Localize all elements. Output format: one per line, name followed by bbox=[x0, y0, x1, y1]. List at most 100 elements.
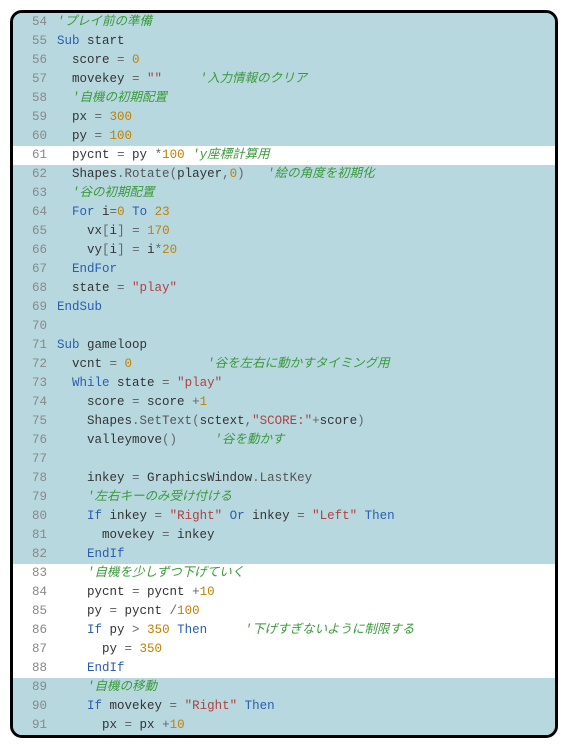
line-number: 68 bbox=[13, 279, 55, 298]
code-line[interactable]: 82 EndIf bbox=[13, 545, 555, 564]
code-content[interactable]: '自機を少しずつ下げていく bbox=[55, 564, 555, 583]
code-editor[interactable]: 54'プレイ前の準備55Sub start56 score = 057 move… bbox=[10, 10, 558, 738]
line-number: 70 bbox=[13, 317, 55, 336]
code-content[interactable]: py = pycnt /100 bbox=[55, 602, 555, 621]
code-content[interactable]: '自機の初期配置 bbox=[55, 89, 555, 108]
code-content[interactable]: score = 0 bbox=[55, 51, 555, 70]
code-content[interactable]: Sub gameloop bbox=[55, 336, 555, 355]
code-line[interactable]: 70 bbox=[13, 317, 555, 336]
line-number: 82 bbox=[13, 545, 55, 564]
code-line[interactable]: 64 For i=0 To 23 bbox=[13, 203, 555, 222]
code-content[interactable]: pycnt = py *100 'y座標計算用 bbox=[55, 146, 555, 165]
line-number: 77 bbox=[13, 450, 55, 469]
code-line[interactable]: 75 Shapes.SetText(sctext,"SCORE:"+score) bbox=[13, 412, 555, 431]
code-content[interactable]: EndFor bbox=[55, 260, 555, 279]
code-content[interactable]: valleymove() '谷を動かす bbox=[55, 431, 555, 450]
line-number: 74 bbox=[13, 393, 55, 412]
line-number: 65 bbox=[13, 222, 55, 241]
code-line[interactable]: 63 '谷の初期配置 bbox=[13, 184, 555, 203]
code-content[interactable]: vx[i] = 170 bbox=[55, 222, 555, 241]
code-line[interactable]: 68 state = "play" bbox=[13, 279, 555, 298]
code-line[interactable]: 86 If py > 350 Then '下げすぎないように制限する bbox=[13, 621, 555, 640]
code-line[interactable]: 72 vcnt = 0 '谷を左右に動かすタイミング用 bbox=[13, 355, 555, 374]
line-number: 66 bbox=[13, 241, 55, 260]
line-number: 72 bbox=[13, 355, 55, 374]
code-line[interactable]: 55Sub start bbox=[13, 32, 555, 51]
line-number: 62 bbox=[13, 165, 55, 184]
code-line[interactable]: 62 Shapes.Rotate(player,0) '絵の角度を初期化 bbox=[13, 165, 555, 184]
code-line[interactable]: 83 '自機を少しずつ下げていく bbox=[13, 564, 555, 583]
code-line[interactable]: 59 px = 300 bbox=[13, 108, 555, 127]
line-number: 61 bbox=[13, 146, 55, 165]
code-content[interactable]: '自機の移動 bbox=[55, 678, 555, 697]
code-content[interactable] bbox=[55, 450, 555, 469]
line-number: 69 bbox=[13, 298, 55, 317]
line-number: 57 bbox=[13, 70, 55, 89]
code-content[interactable]: EndIf bbox=[55, 545, 555, 564]
code-content[interactable]: If movekey = "Right" Then bbox=[55, 697, 555, 716]
code-content[interactable]: If py > 350 Then '下げすぎないように制限する bbox=[55, 621, 555, 640]
code-content[interactable]: state = "play" bbox=[55, 279, 555, 298]
line-number: 90 bbox=[13, 697, 55, 716]
code-content[interactable]: '左右キーのみ受け付ける bbox=[55, 488, 555, 507]
code-content[interactable]: py = 100 bbox=[55, 127, 555, 146]
code-content[interactable]: 'プレイ前の準備 bbox=[55, 13, 555, 32]
code-line[interactable]: 67 EndFor bbox=[13, 260, 555, 279]
code-line[interactable]: 80 If inkey = "Right" Or inkey = "Left" … bbox=[13, 507, 555, 526]
code-line[interactable]: 89 '自機の移動 bbox=[13, 678, 555, 697]
code-content[interactable]: Sub start bbox=[55, 32, 555, 51]
code-line[interactable]: 69EndSub bbox=[13, 298, 555, 317]
code-content[interactable]: pycnt = pycnt +10 bbox=[55, 583, 555, 602]
code-content[interactable]: movekey = "" '入力情報のクリア bbox=[55, 70, 555, 89]
code-line[interactable]: 84 pycnt = pycnt +10 bbox=[13, 583, 555, 602]
code-content[interactable]: px = 300 bbox=[55, 108, 555, 127]
code-content[interactable]: Shapes.SetText(sctext,"SCORE:"+score) bbox=[55, 412, 555, 431]
code-content[interactable]: px = px +10 bbox=[55, 716, 555, 735]
line-number: 58 bbox=[13, 89, 55, 108]
code-content[interactable]: inkey = GraphicsWindow.LastKey bbox=[55, 469, 555, 488]
code-line[interactable]: 58 '自機の初期配置 bbox=[13, 89, 555, 108]
code-content[interactable]: score = score +1 bbox=[55, 393, 555, 412]
line-number: 80 bbox=[13, 507, 55, 526]
code-line[interactable]: 66 vy[i] = i*20 bbox=[13, 241, 555, 260]
code-line[interactable]: 87 py = 350 bbox=[13, 640, 555, 659]
code-line[interactable]: 61 pycnt = py *100 'y座標計算用 bbox=[13, 146, 555, 165]
code-line[interactable]: 54'プレイ前の準備 bbox=[13, 13, 555, 32]
code-line[interactable]: 79 '左右キーのみ受け付ける bbox=[13, 488, 555, 507]
code-line[interactable]: 76 valleymove() '谷を動かす bbox=[13, 431, 555, 450]
line-number: 91 bbox=[13, 716, 55, 735]
line-number: 87 bbox=[13, 640, 55, 659]
code-content[interactable]: '谷の初期配置 bbox=[55, 184, 555, 203]
code-content[interactable]: EndIf bbox=[55, 659, 555, 678]
code-line[interactable]: 91 px = px +10 bbox=[13, 716, 555, 735]
code-line[interactable]: 57 movekey = "" '入力情報のクリア bbox=[13, 70, 555, 89]
code-line[interactable]: 88 EndIf bbox=[13, 659, 555, 678]
code-content[interactable]: For i=0 To 23 bbox=[55, 203, 555, 222]
code-content[interactable]: While state = "play" bbox=[55, 374, 555, 393]
line-number: 88 bbox=[13, 659, 55, 678]
code-line[interactable]: 65 vx[i] = 170 bbox=[13, 222, 555, 241]
code-line[interactable]: 85 py = pycnt /100 bbox=[13, 602, 555, 621]
code-content[interactable]: movekey = inkey bbox=[55, 526, 555, 545]
line-number: 59 bbox=[13, 108, 55, 127]
line-number: 54 bbox=[13, 13, 55, 32]
code-line[interactable]: 90 If movekey = "Right" Then bbox=[13, 697, 555, 716]
code-content[interactable] bbox=[55, 317, 555, 336]
code-content[interactable]: vcnt = 0 '谷を左右に動かすタイミング用 bbox=[55, 355, 555, 374]
code-content[interactable]: vy[i] = i*20 bbox=[55, 241, 555, 260]
code-content[interactable]: py = 350 bbox=[55, 640, 555, 659]
code-line[interactable]: 71Sub gameloop bbox=[13, 336, 555, 355]
code-line[interactable]: 78 inkey = GraphicsWindow.LastKey bbox=[13, 469, 555, 488]
code-line[interactable]: 60 py = 100 bbox=[13, 127, 555, 146]
code-content[interactable]: Shapes.Rotate(player,0) '絵の角度を初期化 bbox=[55, 165, 555, 184]
line-number: 75 bbox=[13, 412, 55, 431]
line-number: 83 bbox=[13, 564, 55, 583]
code-line[interactable]: 73 While state = "play" bbox=[13, 374, 555, 393]
code-line[interactable]: 74 score = score +1 bbox=[13, 393, 555, 412]
code-content[interactable]: EndSub bbox=[55, 298, 555, 317]
code-content[interactable]: If inkey = "Right" Or inkey = "Left" The… bbox=[55, 507, 555, 526]
code-line[interactable]: 56 score = 0 bbox=[13, 51, 555, 70]
code-line[interactable]: 81 movekey = inkey bbox=[13, 526, 555, 545]
line-number: 85 bbox=[13, 602, 55, 621]
code-line[interactable]: 77 bbox=[13, 450, 555, 469]
